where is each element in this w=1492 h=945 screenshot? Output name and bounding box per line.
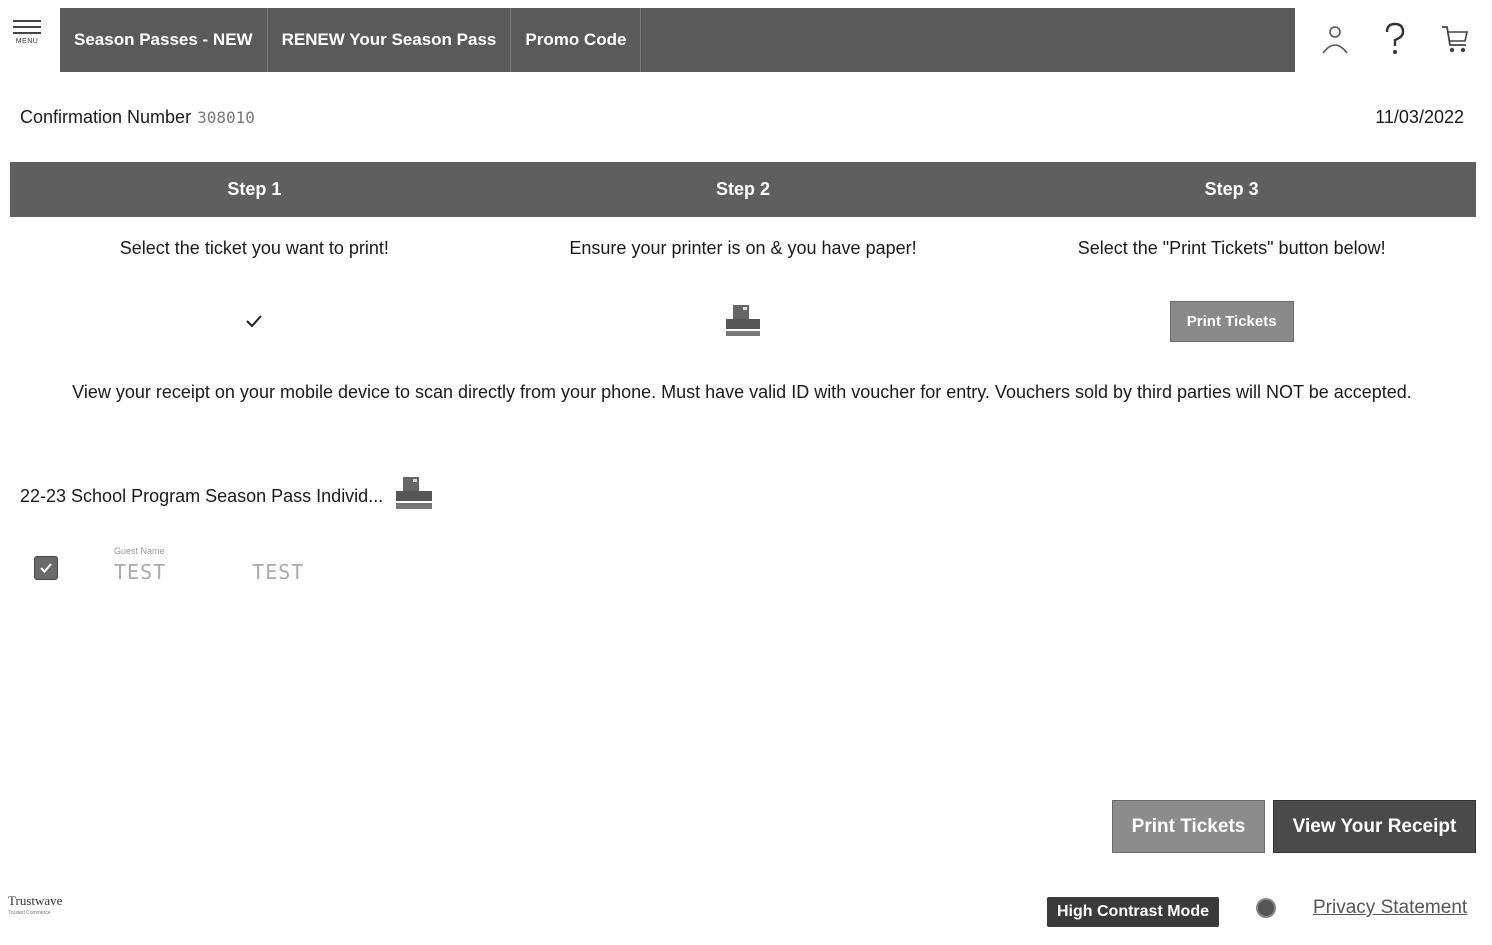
step-3-icon-cell: Print Tickets <box>987 300 1476 342</box>
step-3-description: Select the "Print Tickets" button below! <box>1077 238 1386 258</box>
cart-icon[interactable] <box>1435 19 1475 59</box>
utility-icons <box>1305 14 1485 64</box>
guest-name-label: Guest Name <box>114 546 165 556</box>
trustwave-logo: Trustwave Trusted Commerce <box>8 893 88 919</box>
guest-names: TEST TEST <box>114 560 304 584</box>
contrast-toggle-icon[interactable] <box>1256 898 1276 918</box>
step-icons: Print Tickets <box>10 296 1476 346</box>
step-descriptions: Select the ticket you want to print! Ens… <box>10 238 1476 259</box>
trustwave-subtitle: Trusted Commerce <box>8 910 51 916</box>
print-tickets-button[interactable]: Print Tickets <box>1112 800 1265 853</box>
ticket-print-icon[interactable] <box>393 476 435 517</box>
step-1-icon-cell <box>10 313 499 329</box>
confirmation-label: Confirmation Number <box>20 106 192 127</box>
action-buttons: Print Tickets View Your Receipt <box>1112 800 1476 853</box>
guest-first-name: TEST <box>114 560 167 584</box>
checkbox-check-icon <box>40 563 52 573</box>
menu-button[interactable]: MENU <box>8 20 46 60</box>
top-navigation: Season Passes - NEW RENEW Your Season Pa… <box>60 8 1295 72</box>
confirmation-info: Confirmation Number 308010 <box>20 107 255 128</box>
step-1-description: Select the ticket you want to print! <box>119 238 389 258</box>
high-contrast-button[interactable]: High Contrast Mode <box>1047 897 1219 927</box>
privacy-statement-link[interactable]: Privacy Statement <box>1313 897 1467 919</box>
step-2-icon-cell <box>499 303 988 339</box>
receipt-notice: View your receipt on your mobile device … <box>72 382 1412 402</box>
ticket-checkbox[interactable] <box>34 556 58 580</box>
account-icon[interactable] <box>1315 19 1355 59</box>
printer-icon <box>726 305 760 336</box>
confirmation-row: Confirmation Number 308010 11/03/2022 <box>20 104 1464 130</box>
nav-season-passes-new[interactable]: Season Passes - NEW <box>60 8 268 72</box>
nav-promo-code[interactable]: Promo Code <box>511 8 642 72</box>
guest-last-name: TEST <box>252 560 305 584</box>
ticket-guest-row: Guest Name TEST TEST <box>34 546 304 584</box>
ticket-header: 22-23 School Program Season Pass Individ… <box>20 476 435 517</box>
confirmation-date: 11/03/2022 <box>1375 106 1464 127</box>
step-2-title: Step 2 <box>715 179 771 199</box>
ticket-title: 22-23 School Program Season Pass Individ… <box>20 486 384 506</box>
guest-name-block: Guest Name TEST TEST <box>114 546 304 584</box>
step-1-title: Step 1 <box>227 179 282 199</box>
nav-renew-season-pass[interactable]: RENEW Your Season Pass <box>268 8 512 72</box>
view-receipt-button[interactable]: View Your Receipt <box>1273 800 1476 853</box>
step-2-description: Ensure your printer is on & you have pap… <box>569 238 917 258</box>
step-3-title: Step 3 <box>1204 179 1259 199</box>
help-icon[interactable] <box>1375 19 1415 59</box>
print-tickets-step-button[interactable]: Print Tickets <box>1169 300 1294 342</box>
hamburger-icon <box>13 20 41 34</box>
confirmation-number: 308010 <box>197 107 255 127</box>
menu-label: MENU <box>15 38 39 45</box>
checkmark-icon <box>246 315 263 328</box>
steps-header: Step 1 Step 2 Step 3 <box>10 162 1476 217</box>
trustwave-name: Trustwave <box>8 893 63 908</box>
